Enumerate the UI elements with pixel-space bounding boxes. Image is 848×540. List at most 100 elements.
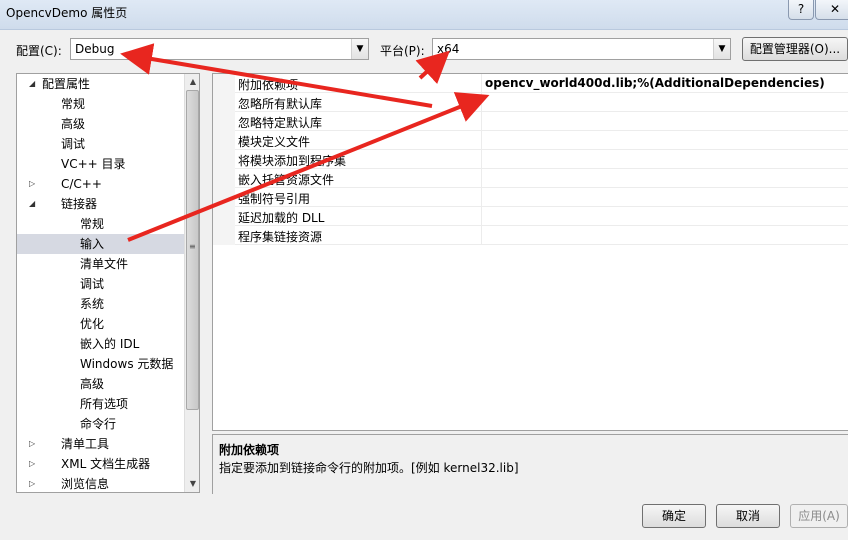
tree-item-label: 输入 — [80, 237, 105, 251]
tree-item[interactable]: 常规 — [17, 94, 184, 114]
platform-label: 平台(P): — [380, 44, 425, 58]
tree-item[interactable]: 命令行 — [17, 414, 184, 434]
description-text: 指定要添加到链接命令行的附加项。[例如 kernel32.lib] — [219, 461, 519, 475]
property-name: 嵌入托管资源文件 — [238, 173, 335, 187]
property-row[interactable]: 延迟加载的 DLL — [213, 207, 848, 226]
property-tree: ◢ 配置属性 常规 高级 调试 VC++ 目录 ▷ C/C++ ◢ 链接器 常规 输入 清单文件 调试 系统… — [16, 73, 200, 493]
property-name: 程序集链接资源 — [238, 230, 323, 244]
tree-item-label: VC++ 目录 — [61, 157, 126, 171]
property-row[interactable]: 嵌入托管资源文件 — [213, 169, 848, 188]
tree-item-label: 常规 — [80, 217, 105, 231]
tree-item[interactable]: 调试 — [17, 134, 184, 154]
tree-item-label: 浏览信息 — [61, 477, 110, 491]
row-gutter — [213, 207, 235, 226]
property-value[interactable]: opencv_world400d.lib;%(AdditionalDepende… — [485, 76, 825, 90]
property-row[interactable]: 将模块添加到程序集 — [213, 150, 848, 169]
config-combo[interactable]: Debug ▼ — [70, 38, 369, 60]
property-name: 将模块添加到程序集 — [238, 154, 347, 168]
tree-item[interactable]: ◢ 链接器 — [17, 194, 184, 214]
collapsed-triangle-icon[interactable]: ▷ — [29, 174, 35, 194]
property-row[interactable]: 程序集链接资源 — [213, 226, 848, 245]
tree-item-label: 所有选项 — [80, 397, 129, 411]
tree-item[interactable]: ▷ XML 文档生成器 — [17, 454, 184, 474]
collapsed-triangle-icon[interactable]: ▷ — [29, 454, 35, 474]
property-row[interactable]: 强制符号引用 — [213, 188, 848, 207]
title-bar: OpencvDemo 属性页 ? ✕ — [0, 0, 848, 30]
tree-item-label: C/C++ — [61, 177, 102, 191]
tree-item[interactable]: 调试 — [17, 274, 184, 294]
row-gutter — [213, 131, 235, 150]
tree-item-label: 嵌入的 IDL — [80, 337, 140, 351]
tree-item-label: 调试 — [61, 137, 86, 151]
tree-item[interactable]: ▷ C/C++ — [17, 174, 184, 194]
tree-item-label: 优化 — [80, 317, 105, 331]
tree-item-label: 调试 — [80, 277, 105, 291]
close-button[interactable]: ✕ — [815, 0, 848, 20]
arrow-down-icon[interactable]: ▼ — [185, 476, 199, 492]
cancel-button[interactable]: 取消 — [716, 504, 780, 528]
tree-scrollbar[interactable]: ▲ ≡ ▼ — [184, 74, 199, 492]
tree-item-label: 高级 — [80, 377, 105, 391]
platform-combo[interactable]: x64 ▼ — [432, 38, 731, 60]
tree-item[interactable]: 清单文件 — [17, 254, 184, 274]
tree-item-label: XML 文档生成器 — [61, 457, 151, 471]
property-row[interactable]: 模块定义文件 — [213, 131, 848, 150]
property-name: 延迟加载的 DLL — [238, 211, 325, 225]
scrollbar-thumb[interactable]: ≡ — [186, 90, 199, 410]
config-label: 配置(C): — [16, 44, 62, 58]
row-gutter — [213, 93, 235, 112]
tree-item[interactable]: Windows 元数据 — [17, 354, 184, 374]
tree-item-label: 配置属性 — [42, 77, 91, 91]
tree-item[interactable]: ▷ 清单工具 — [17, 434, 184, 454]
tree-item[interactable]: VC++ 目录 — [17, 154, 184, 174]
property-row[interactable]: 附加依赖项 opencv_world400d.lib;%(AdditionalDe… — [213, 74, 848, 93]
property-name: 附加依赖项 — [238, 78, 299, 92]
tree-item[interactable]: 嵌入的 IDL — [17, 334, 184, 354]
property-grid: 附加依赖项 opencv_world400d.lib;%(AdditionalDe… — [212, 73, 848, 431]
row-gutter — [213, 112, 235, 131]
tree-item[interactable]: 优化 — [17, 314, 184, 334]
tree-item-label: 常规 — [61, 97, 86, 111]
property-row[interactable]: 忽略特定默认库 — [213, 112, 848, 131]
column-separator — [481, 93, 482, 112]
expanded-triangle-icon[interactable]: ◢ — [29, 74, 35, 94]
tree-item-label: Windows 元数据 — [80, 357, 174, 371]
row-gutter — [213, 226, 235, 245]
row-gutter — [213, 169, 235, 188]
grip-icon: ≡ — [189, 242, 196, 251]
collapsed-triangle-icon[interactable]: ▷ — [29, 474, 35, 492]
column-separator — [481, 74, 482, 93]
tree-item[interactable]: 输入 — [17, 234, 184, 254]
help-button[interactable]: ? — [788, 0, 814, 20]
config-manager-button[interactable]: 配置管理器(O)... — [742, 37, 848, 61]
tree-item-label: 链接器 — [61, 197, 98, 211]
tree-item-label: 高级 — [61, 117, 86, 131]
tree-item-label: 命令行 — [80, 417, 117, 431]
column-separator — [481, 131, 482, 150]
collapsed-triangle-icon[interactable]: ▷ — [29, 434, 35, 454]
tree-item[interactable]: 系统 — [17, 294, 184, 314]
tree-item[interactable]: 高级 — [17, 374, 184, 394]
arrow-up-icon[interactable]: ▲ — [185, 74, 199, 90]
tree-item-label: 清单文件 — [80, 257, 129, 271]
property-name: 模块定义文件 — [238, 135, 311, 149]
property-row[interactable]: 忽略所有默认库 — [213, 93, 848, 112]
expanded-triangle-icon[interactable]: ◢ — [29, 194, 35, 214]
description-title: 附加依赖项 — [219, 443, 280, 457]
apply-button[interactable]: 应用(A) — [790, 504, 848, 528]
window-title: OpencvDemo 属性页 — [6, 6, 128, 20]
row-gutter — [213, 188, 235, 207]
row-gutter — [213, 74, 235, 93]
ok-button[interactable]: 确定 — [642, 504, 706, 528]
tree-item[interactable]: 常规 — [17, 214, 184, 234]
tree-item[interactable]: ▷ 浏览信息 — [17, 474, 184, 492]
tree-item[interactable]: 高级 — [17, 114, 184, 134]
column-separator — [481, 226, 482, 245]
column-separator — [481, 188, 482, 207]
row-gutter — [213, 150, 235, 169]
tree-item[interactable]: ◢ 配置属性 — [17, 74, 184, 94]
chevron-down-icon: ▼ — [713, 39, 730, 59]
property-name: 忽略所有默认库 — [238, 97, 323, 111]
tree-item[interactable]: 所有选项 — [17, 394, 184, 414]
tree-item-label: 清单工具 — [61, 437, 110, 451]
